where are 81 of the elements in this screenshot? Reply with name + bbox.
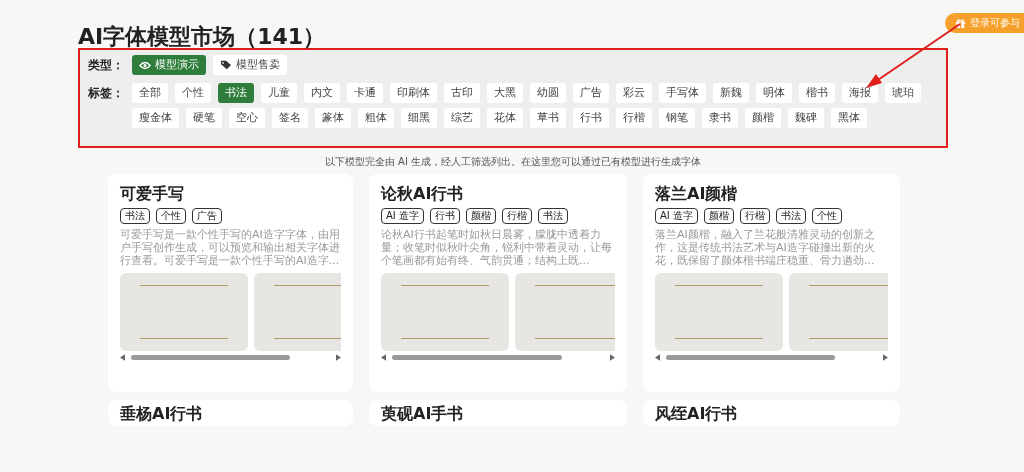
tag-filter[interactable]: 篆体 (315, 108, 351, 128)
tag-filter[interactable]: 琥珀 (885, 83, 921, 103)
type-tab[interactable]: 模型演示 (132, 55, 206, 75)
card-title: 垂杨AI行书 (120, 404, 204, 424)
left-arrow-icon (655, 354, 660, 361)
tag-filter[interactable]: 空心 (229, 108, 265, 128)
left-arrow-icon (381, 354, 386, 361)
font-card[interactable]: 风绖AI行书 (643, 400, 900, 426)
card-tag: 个性 (811, 208, 842, 224)
tag-filter[interactable]: 卡通 (347, 83, 383, 103)
card-tag: 行楷 (501, 208, 532, 224)
card-title: 论秋AI行书 (381, 184, 465, 204)
tag-filter[interactable]: 行书 (573, 108, 609, 128)
tag-filter[interactable]: 儿童 (261, 83, 297, 103)
card-title: 落兰AI颜楷 (655, 184, 739, 204)
card-tag: 个性 (156, 208, 186, 224)
eye-icon (139, 60, 151, 70)
card-tag: AI 造字 (381, 208, 424, 224)
tag-filter[interactable]: 楷书 (799, 83, 835, 103)
tag-filter[interactable]: 草书 (530, 108, 566, 128)
tag-filter[interactable]: 全部 (132, 83, 168, 103)
tag-filter[interactable]: 书法 (218, 83, 254, 103)
left-arrow-icon (120, 354, 125, 361)
font-card[interactable]: 可爱手写 书法 个性 广告 可爱手写是一款个性手写的AI造字字体，由用户手写创作生成，可以预览和输出相关字体进行查看。可爱手写是一款个性手写的AI造字... (108, 174, 353, 392)
tag-filter[interactable]: 内文 (304, 83, 340, 103)
card-tag: 广告 (192, 208, 222, 224)
tag-filter[interactable]: 新魏 (713, 83, 749, 103)
tag-filter[interactable]: 瘦金体 (132, 108, 179, 128)
tag-filter[interactable]: 个性 (175, 83, 211, 103)
tag-filter[interactable]: 粗体 (358, 108, 394, 128)
card-title: 萸砚AI手书 (381, 404, 465, 424)
font-card[interactable]: 落兰AI颜楷 AI 造字 颜楷 行楷 书法 个性 落兰AI颜楷，融入了兰花般清雅灵动的创新之作，这是传统书法艺术与AI造字碰撞出新的火花，既保留了颜体楷书端庄稳重、骨力遒劲... (643, 174, 900, 392)
tag-filter[interactable]: 隶书 (702, 108, 738, 128)
tag-filter[interactable]: 花体 (487, 108, 523, 128)
type-tab[interactable]: 模型售卖 (213, 55, 287, 75)
notice-text: 以下模型完全由 AI 生成，经人工筛选列出。在这里您可以通过已有模型进行生成字体 (323, 156, 703, 168)
page-title: AI字体模型市场（141） (78, 23, 326, 48)
tag-filter[interactable]: 钢笔 (659, 108, 695, 128)
gift-icon (955, 17, 966, 29)
tag-filter[interactable]: 魏碑 (788, 108, 824, 128)
tag-filter[interactable]: 彩云 (616, 83, 652, 103)
tag-filter[interactable]: 广告 (573, 83, 609, 103)
right-arrow-icon (883, 354, 888, 361)
tag-filter[interactable]: 签名 (272, 108, 308, 128)
card-tag: 颜楷 (703, 208, 734, 224)
card-tag: 书法 (120, 208, 150, 224)
scrollbar[interactable] (381, 354, 615, 361)
card-tag: 行书 (429, 208, 460, 224)
tag-filter[interactable]: 硬笔 (186, 108, 222, 128)
tag-filter[interactable]: 明体 (756, 83, 792, 103)
tag-label: 标签： (88, 85, 125, 102)
card-tag: 书法 (775, 208, 806, 224)
tag-filter[interactable]: 大黑 (487, 83, 523, 103)
font-card[interactable]: 垂杨AI行书 (108, 400, 353, 426)
card-tag: 颜楷 (465, 208, 496, 224)
type-label: 类型： (88, 57, 125, 74)
tag-filter[interactable]: 手写体 (659, 83, 706, 103)
scrollbar[interactable] (655, 354, 888, 361)
card-tag: 书法 (537, 208, 568, 224)
right-arrow-icon (610, 354, 615, 361)
card-tag: AI 造字 (655, 208, 698, 224)
card-description: 可爱手写是一款个性手写的AI造字字体，由用户手写创作生成，可以预览和输出相关字体进行查看。可爱手写是一款个性手写的AI造字... (120, 228, 341, 267)
tag-icon (220, 60, 232, 70)
font-card[interactable]: 萸砚AI手书 (369, 400, 627, 426)
scrollbar[interactable] (120, 354, 341, 361)
tag-filter[interactable]: 细黑 (401, 108, 437, 128)
card-description: 落兰AI颜楷，融入了兰花般清雅灵动的创新之作，这是传统书法艺术与AI造字碰撞出新的火花，既保留了颜体楷书端庄稳重、骨力遒劲... (655, 228, 876, 267)
tag-filter[interactable]: 印刷体 (390, 83, 437, 103)
tag-filter[interactable]: 黑体 (831, 108, 867, 128)
card-tag: 行楷 (739, 208, 770, 224)
tag-filter[interactable]: 颜楷 (745, 108, 781, 128)
tag-filter[interactable]: 综艺 (444, 108, 480, 128)
tag-filter[interactable]: 海报 (842, 83, 878, 103)
font-card[interactable]: 论秋AI行书 AI 造字 行书 颜楷 行楷 书法 论秋AI行书起笔时如秋日晨雾，朦胧中透着力量；收笔时似秋叶尖角，锐利中带着灵动，让每个笔画都有始有终、气韵贯通；结构上既... (369, 174, 627, 392)
tag-filter[interactable]: 行楷 (616, 108, 652, 128)
card-title: 可爱手写 (120, 184, 185, 204)
tag-filter[interactable]: 古印 (444, 83, 480, 103)
card-title: 风绖AI行书 (655, 404, 739, 424)
right-arrow-icon (336, 354, 341, 361)
card-description: 论秋AI行书起笔时如秋日晨雾，朦胧中透着力量；收笔时似秋叶尖角，锐利中带着灵动，让每个笔画都有始有终、气韵贯通；结构上既... (381, 228, 613, 267)
tag-filter[interactable]: 幼圆 (530, 83, 566, 103)
